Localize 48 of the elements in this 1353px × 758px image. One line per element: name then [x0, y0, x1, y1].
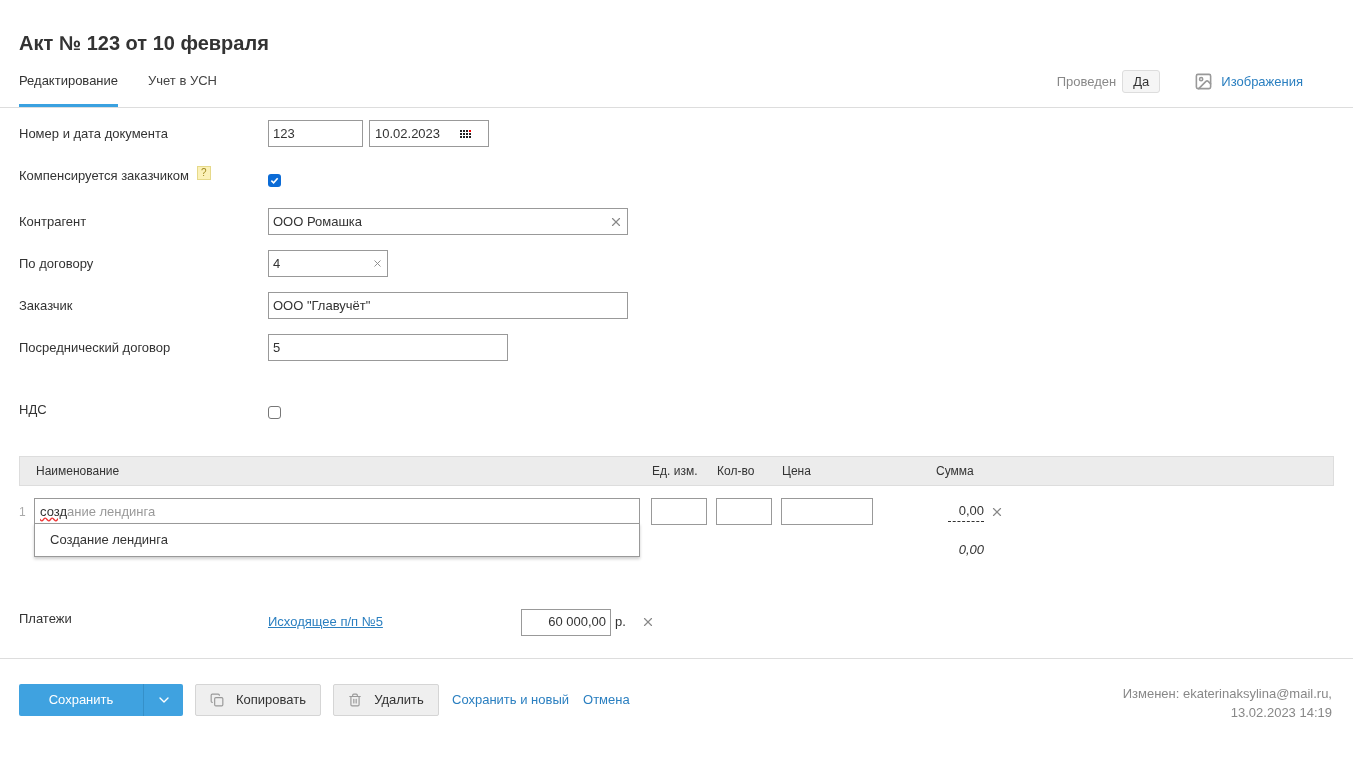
- cancel-link[interactable]: Отмена: [583, 690, 630, 710]
- checkbox[interactable]: [268, 406, 281, 419]
- tab[interactable]: Учет в УСН: [148, 70, 217, 107]
- save-and-new-link[interactable]: Сохранить и новый: [452, 690, 569, 710]
- column-header: Наименование: [35, 463, 121, 480]
- field-label: Посреднический договор: [19, 339, 171, 357]
- images-link[interactable]: Изображения: [1221, 71, 1303, 91]
- modified-by: Изменен: ekaterinaksylina@mail.ru,: [1122, 685, 1332, 703]
- field-label: НДС: [19, 401, 47, 419]
- column-header: Ед. изм.: [652, 463, 699, 480]
- image-icon: [1194, 71, 1214, 91]
- suggestion-item[interactable]: Создание лендинга: [35, 530, 639, 550]
- copy-icon: [210, 693, 224, 707]
- page-title: Акт № 123 от 10 февраля: [18, 31, 270, 56]
- calendar-icon: [460, 129, 471, 138]
- amount-field[interactable]: 60 000,00: [521, 608, 611, 636]
- field-label: Заказчик: [19, 297, 73, 315]
- column-header: Цена: [782, 463, 812, 480]
- row-number: 1: [19, 503, 27, 521]
- text-field[interactable]: ООО Ромашка: [268, 208, 628, 235]
- column-header: Кол-во: [717, 463, 756, 480]
- posted-toggle[interactable]: Да: [1122, 69, 1161, 93]
- tab[interactable]: Редактирование: [19, 70, 119, 107]
- clear-icon[interactable]: [372, 258, 383, 269]
- posted-label: Проведен: [1056, 72, 1117, 91]
- payment-link[interactable]: Исходящее п/п №5: [268, 612, 521, 632]
- trash-icon: [348, 693, 363, 707]
- quantity-field[interactable]: [716, 498, 772, 525]
- checkbox[interactable]: [268, 174, 281, 187]
- column-header: Сумма: [936, 463, 974, 480]
- field-label: По договору: [19, 255, 94, 273]
- field-label: Номер и дата документа: [19, 125, 169, 143]
- unit-field[interactable]: [651, 498, 707, 525]
- price-field[interactable]: [781, 498, 873, 525]
- number-field[interactable]: 123: [268, 120, 363, 147]
- currency-label: р.: [615, 613, 626, 632]
- modified-date: 13.02.2023 14:19: [1230, 704, 1332, 722]
- text-field[interactable]: 4: [268, 250, 388, 277]
- date-field[interactable]: 10.02.2023: [369, 120, 489, 147]
- copy-button[interactable]: Копировать: [195, 684, 321, 716]
- field-label: Платежи: [19, 610, 73, 629]
- field-label: Компенсируется заказчиком: [19, 167, 189, 185]
- text-field[interactable]: ООО "Главучёт": [268, 292, 628, 319]
- total-sum: 0,00: [957, 541, 984, 560]
- row-sum: 0,00: [948, 501, 984, 522]
- text-field[interactable]: 5: [268, 334, 508, 361]
- field-label: Контрагент: [19, 213, 87, 231]
- delete-button[interactable]: Удалить: [333, 684, 439, 716]
